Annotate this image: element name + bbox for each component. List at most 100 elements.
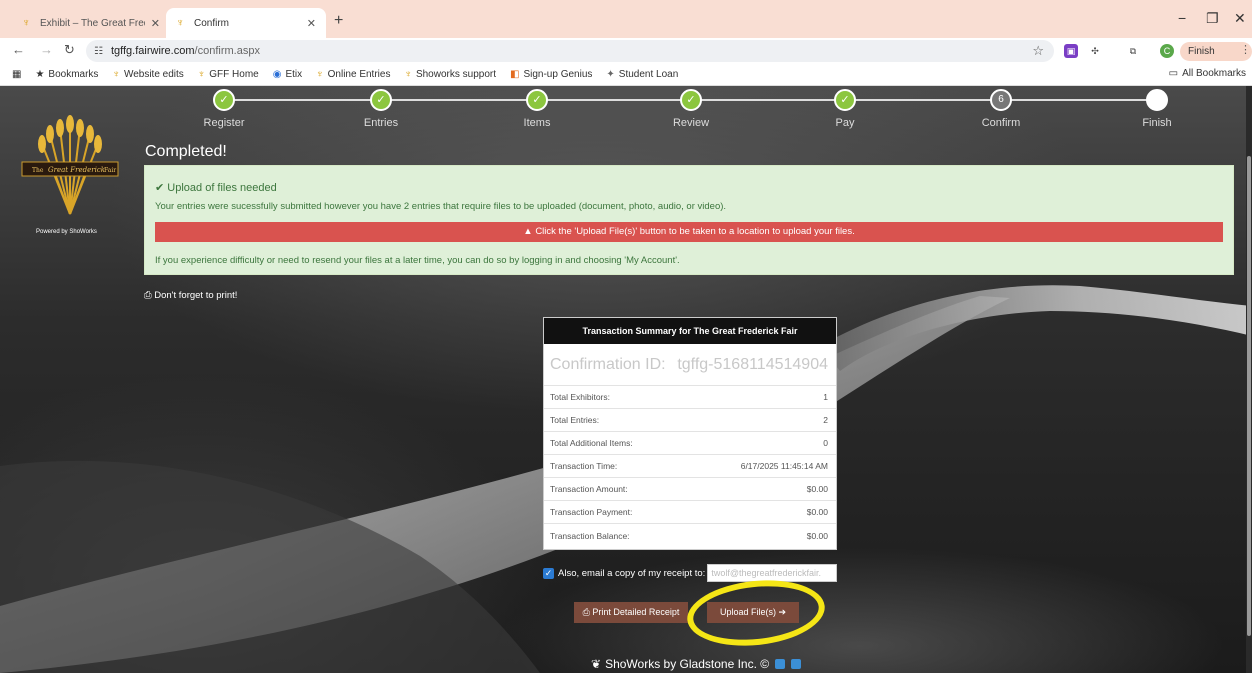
scrollbar-thumb[interactable] bbox=[1247, 156, 1251, 636]
summary-row: Transaction Balance: $0.00 bbox=[550, 530, 828, 541]
step-review: ✓ Review bbox=[631, 89, 751, 129]
etix-icon: ◉ bbox=[272, 69, 282, 80]
site-info-icon[interactable]: ☷ bbox=[94, 46, 103, 57]
printer-icon: ⎙ bbox=[582, 607, 593, 617]
trophy-icon: ♆ bbox=[316, 69, 324, 80]
tab-confirm[interactable]: ♆ Confirm ✕ bbox=[166, 8, 326, 38]
step-number: 7 bbox=[1146, 89, 1168, 111]
warning-icon: ▲ bbox=[523, 226, 536, 237]
step-pay: ✓ Pay bbox=[785, 89, 905, 129]
reload-icon[interactable]: ↻ bbox=[64, 42, 75, 58]
back-icon[interactable]: ← bbox=[12, 42, 25, 57]
step-label: Review bbox=[672, 117, 710, 129]
check-icon: ✓ bbox=[834, 89, 856, 111]
forward-icon[interactable]: → bbox=[40, 42, 53, 57]
twitter-icon[interactable] bbox=[775, 659, 786, 669]
step-label: Finish bbox=[1142, 117, 1172, 129]
email-receipt-checkbox[interactable]: ✓ bbox=[543, 567, 554, 579]
restore-icon[interactable]: ❐ bbox=[1206, 10, 1219, 27]
summary-row: Total Exhibitors: 1 bbox=[544, 386, 836, 409]
email-input[interactable]: twolf@thegreatfrederickfair. bbox=[707, 564, 838, 582]
extension-icon[interactable]: ▣ bbox=[1064, 44, 1078, 58]
close-icon[interactable]: ✕ bbox=[151, 17, 160, 30]
alert-heading: ✔ Upload of files needed bbox=[155, 182, 277, 194]
summary-row: Transaction Payment: $0.00 bbox=[544, 501, 836, 524]
showorks-logo-icon: ❦ bbox=[591, 657, 602, 671]
bookmark-star-icon[interactable]: ☆ bbox=[1032, 43, 1044, 59]
tab-title: Confirm bbox=[194, 17, 230, 29]
signup-icon: ◧ bbox=[510, 69, 520, 80]
star-icon: ★ bbox=[35, 69, 45, 80]
url-host: tgffg.fairwire.com bbox=[110, 45, 195, 57]
upload-warning-bar: ▲ Click the 'Upload File(s)' button to b… bbox=[155, 222, 1223, 242]
close-icon[interactable]: ✕ bbox=[307, 17, 316, 30]
bookmark-item[interactable]: ♆ GFF Home bbox=[198, 69, 259, 80]
check-icon: ✔ bbox=[155, 182, 168, 194]
summary-row: Transaction Amount: $0.00 bbox=[544, 478, 836, 501]
minimize-icon[interactable]: − bbox=[1178, 10, 1186, 26]
svg-text:Great Frederick: Great Frederick bbox=[48, 166, 105, 174]
summary-row: Total Additional Items: 0 bbox=[544, 432, 836, 455]
step-register: ✓ Register bbox=[164, 89, 284, 129]
wheat-icon: ♆ bbox=[112, 69, 120, 80]
new-tab-icon[interactable]: + bbox=[334, 12, 343, 30]
step-number: 6 bbox=[990, 89, 1012, 111]
great-frederick-fair-logo: The Great Frederick Fair bbox=[21, 115, 119, 215]
transaction-summary: Transaction Summary for The Great Freder… bbox=[543, 317, 837, 550]
wheat-icon: ♆ bbox=[22, 17, 31, 29]
print-reminder-link[interactable]: ⎙ Don't forget to print! bbox=[144, 290, 237, 301]
bookmark-item[interactable]: ◧ Sign-up Genius bbox=[510, 69, 592, 80]
check-icon: ✓ bbox=[680, 89, 702, 111]
extensions-puzzle-icon[interactable]: ✣ bbox=[1088, 44, 1102, 58]
page-scrollbar[interactable] bbox=[1246, 86, 1252, 673]
upload-alert: ✔ Upload of files needed Your entries we… bbox=[144, 165, 1234, 275]
bookmark-item[interactable]: ♆ Website edits bbox=[112, 69, 183, 80]
step-finish: 7 Finish bbox=[1097, 89, 1217, 129]
step-label: Pay bbox=[835, 117, 855, 129]
alert-message: Your entries were sucessfully submitted … bbox=[155, 201, 727, 212]
address-toolbar: ← → ↻ ☷ tgffg.fairwire.com/confirm.aspx … bbox=[0, 38, 1252, 76]
facebook-icon[interactable] bbox=[791, 659, 802, 669]
bookmark-item[interactable]: ♆ Online Entries bbox=[316, 69, 390, 80]
step-items: ✓ Items bbox=[477, 89, 597, 129]
tab-title: Exhibit – The Great Frederick Fa bbox=[40, 17, 145, 29]
print-receipt-button[interactable]: ⎙ Print Detailed Receipt bbox=[574, 602, 688, 623]
apps-grid-icon[interactable]: ▦ bbox=[12, 69, 25, 80]
menu-dots-icon[interactable]: ⋮ bbox=[1240, 43, 1251, 56]
svg-text:The: The bbox=[32, 167, 44, 174]
url-path: /confirm.aspx bbox=[194, 45, 260, 57]
page-content: ✓ Register ✓ Entries ✓ Items ✓ Review ✓ … bbox=[0, 86, 1252, 673]
page-footer: ❦ ShoWorks by Gladstone Inc. © bbox=[591, 657, 802, 671]
page-title: Completed! bbox=[145, 143, 227, 160]
profile-avatar[interactable]: C bbox=[1160, 44, 1174, 58]
all-bookmarks[interactable]: ▭ All Bookmarks bbox=[1169, 68, 1246, 79]
confirmation-label: Confirmation ID: bbox=[550, 355, 666, 373]
confirmation-id-row: Confirmation ID: tgffg-5168114514904 bbox=[544, 344, 836, 386]
check-icon: ✓ bbox=[370, 89, 392, 111]
yellow-highlight-circle bbox=[684, 573, 828, 653]
alert-footer: If you experience difficulty or need to … bbox=[155, 255, 680, 266]
reading-mode-icon[interactable]: ⧉ bbox=[1126, 44, 1140, 58]
email-receipt-row: ✓ Also, email a copy of my receipt to: t… bbox=[543, 564, 838, 582]
tab-exhibit[interactable]: ♆ Exhibit – The Great Frederick Fa ✕ bbox=[12, 8, 170, 38]
step-label: Entries bbox=[363, 117, 399, 129]
step-label: Confirm bbox=[981, 117, 1021, 129]
summary-row: Transaction Time: 6/17/2025 11:45:14 AM bbox=[544, 455, 836, 478]
step-label: Register bbox=[203, 117, 245, 129]
bookmark-item[interactable]: ◉ Etix bbox=[273, 69, 302, 80]
url-bar[interactable]: ☷ tgffg.fairwire.com/confirm.aspx ☆ bbox=[86, 40, 1054, 62]
step-entries: ✓ Entries bbox=[321, 89, 441, 129]
summary-row: Total Entries: 2 bbox=[544, 409, 836, 432]
powered-by-text: Powered by ShoWorks bbox=[36, 229, 97, 235]
summary-title: Transaction Summary for The Great Freder… bbox=[544, 318, 836, 344]
bookmark-item[interactable]: ✦ Student Loan bbox=[606, 69, 678, 80]
svg-text:Fair: Fair bbox=[104, 167, 116, 174]
bookmark-item[interactable]: ♆ Showorks support bbox=[404, 69, 496, 80]
trophy-icon: ♆ bbox=[176, 17, 185, 29]
wheat-icon: ♆ bbox=[197, 69, 206, 80]
loan-icon: ✦ bbox=[606, 69, 615, 80]
window-close-icon[interactable]: ✕ bbox=[1234, 10, 1246, 27]
browser-tab-bar: ♆ Exhibit – The Great Frederick Fa ✕ ♆ C… bbox=[0, 0, 1252, 38]
printer-icon: ⎙ bbox=[144, 290, 155, 301]
bookmark-item[interactable]: ★ Bookmarks bbox=[35, 69, 98, 80]
